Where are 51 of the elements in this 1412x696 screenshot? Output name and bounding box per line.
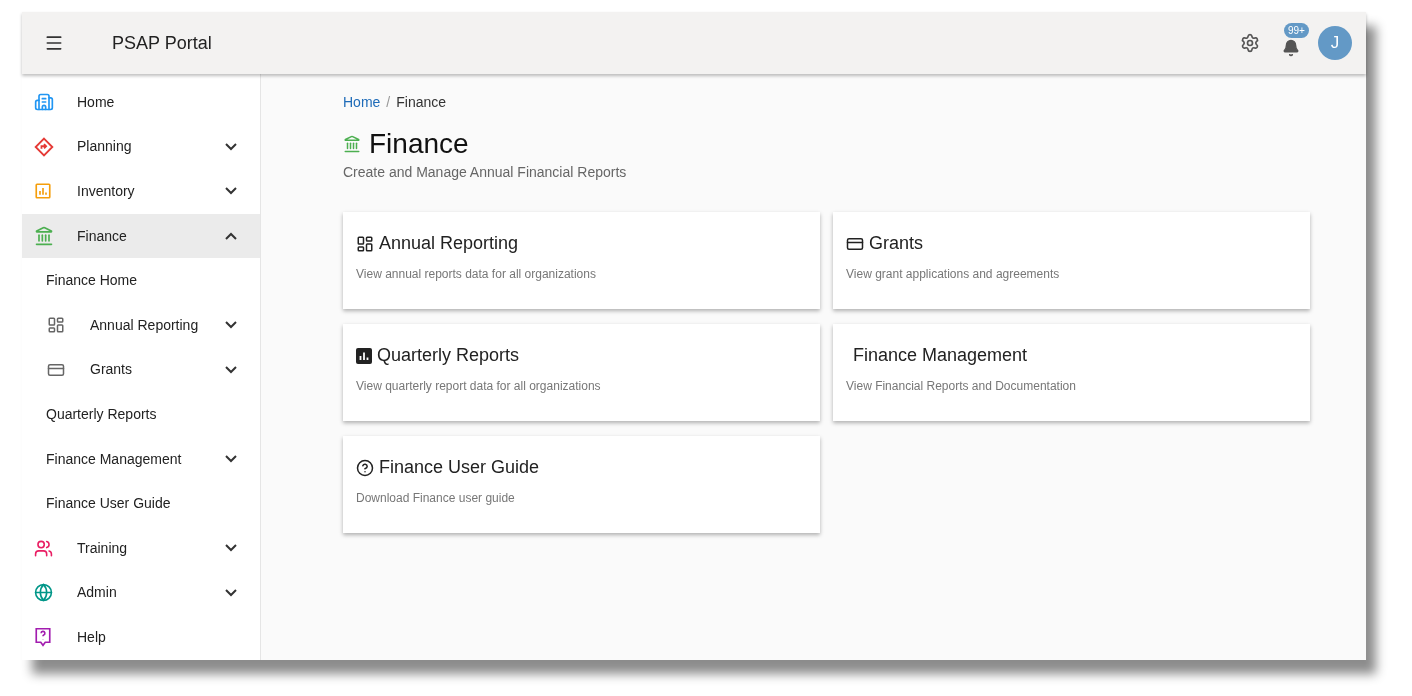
card-title: Annual Reporting xyxy=(379,232,519,255)
notification-badge: 99+ xyxy=(1284,23,1309,38)
page-title: Finance xyxy=(369,127,469,161)
card-title: Grants xyxy=(869,232,924,255)
building-icon xyxy=(34,92,54,113)
notifications-button[interactable] xyxy=(1282,39,1300,57)
dashboard-icon xyxy=(47,316,65,335)
chart-icon xyxy=(356,347,372,364)
bell-icon xyxy=(1282,39,1300,57)
sidebar-subitem[interactable]: Quarterly Reports xyxy=(22,392,260,437)
card-description: View Financial Reports and Documentation xyxy=(846,378,1077,395)
chart-icon xyxy=(34,182,52,201)
bank-icon xyxy=(34,226,54,247)
sidebar-item[interactable]: Admin xyxy=(22,570,260,616)
sidebar-subitem[interactable]: Annual Reporting xyxy=(22,302,260,348)
sidebar-item[interactable]: Help xyxy=(22,615,260,660)
card-title: Finance User Guide xyxy=(379,456,540,479)
card-description: View annual reports data for all organizations xyxy=(356,266,597,283)
card-description: View grant applications and agreements xyxy=(846,266,1061,283)
menu-icon xyxy=(44,33,64,53)
feature-card[interactable]: Finance User Guide Download Finance user guide xyxy=(343,436,820,533)
settings-icon xyxy=(1240,33,1260,53)
dashboard-icon xyxy=(356,234,374,253)
page-subtitle: Create and Manage Annual Financial Reports xyxy=(343,163,628,182)
feature-card[interactable]: Quarterly Reports View quarterly report data for all organizations xyxy=(343,324,820,421)
feature-card[interactable]: Annual Reporting View annual reports data for all organizations xyxy=(343,212,820,309)
diamond-arrow-icon xyxy=(34,136,54,157)
app-title: PSAP Portal xyxy=(112,31,212,55)
sidebar-item[interactable]: Training xyxy=(22,525,260,571)
sidebar-subitem[interactable]: Finance Management xyxy=(22,436,260,482)
globe-icon xyxy=(34,583,53,603)
people-icon xyxy=(34,538,53,558)
card-description: Download Finance user guide xyxy=(356,490,516,507)
help-icon xyxy=(34,627,52,648)
breadcrumb-separator: / xyxy=(386,93,391,112)
card-title: Quarterly Reports xyxy=(377,344,520,367)
feature-card[interactable]: Grants View grant applications and agreements xyxy=(833,212,1310,309)
sidebar-item[interactable]: Inventory xyxy=(22,169,260,214)
sidebar-item[interactable]: Home xyxy=(22,80,260,125)
card-description: View quarterly report data for all organizations xyxy=(356,378,602,395)
sidebar-subitem[interactable]: Finance Home xyxy=(22,258,260,303)
sidebar-item[interactable]: Finance xyxy=(22,213,260,259)
bank-icon xyxy=(343,135,361,153)
sidebar-item[interactable]: Planning xyxy=(22,124,260,170)
sidebar-subitem[interactable]: Finance User Guide xyxy=(22,481,260,526)
breadcrumb-current: Finance xyxy=(396,93,447,112)
feature-card[interactable]: Finance Management View Financial Reports and Documentation xyxy=(833,324,1310,421)
sidebar-subitem[interactable]: Grants xyxy=(22,347,260,393)
card-title: Finance Management xyxy=(853,344,1028,367)
breadcrumb-link[interactable]: Home xyxy=(343,92,381,113)
help-icon xyxy=(356,458,374,477)
